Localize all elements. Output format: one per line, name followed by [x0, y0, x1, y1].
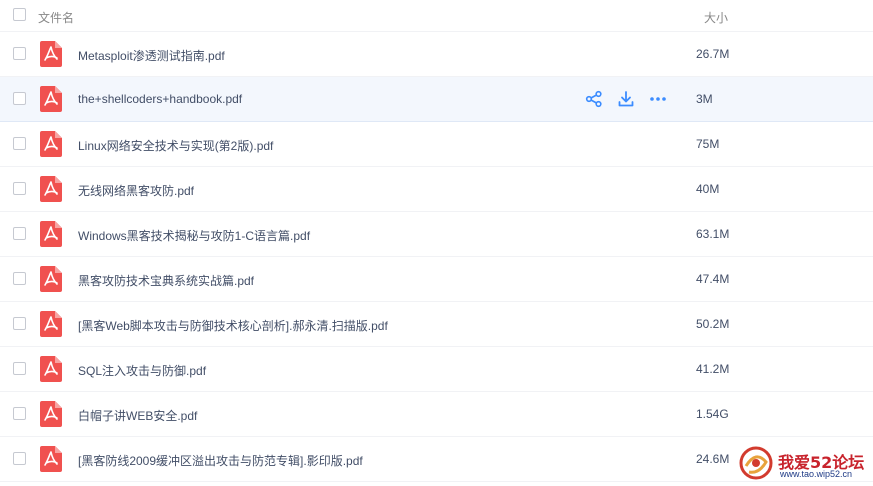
select-all-checkbox[interactable]: [13, 8, 26, 21]
row-checkbox[interactable]: [13, 362, 26, 375]
share-icon[interactable]: [585, 90, 603, 108]
file-size: 24.6M: [696, 452, 730, 466]
pdf-icon: [40, 41, 62, 67]
row-checkbox[interactable]: [13, 227, 26, 240]
file-row[interactable]: Windows黑客技术揭秘与攻防1-C语言篇.pdf 63.1M: [0, 212, 873, 257]
file-name[interactable]: SQL注入攻击与防御.pdf: [78, 362, 206, 379]
file-size: 41.2M: [696, 362, 730, 376]
row-checkbox[interactable]: [13, 407, 26, 420]
file-size: 1.54G: [696, 407, 729, 421]
file-size: 50.2M: [696, 317, 730, 331]
pdf-icon: [40, 176, 62, 202]
file-row[interactable]: 无线网络黑客攻防.pdf 40M: [0, 167, 873, 212]
pdf-icon: [40, 131, 62, 157]
column-header-name[interactable]: 文件名: [38, 9, 74, 26]
file-row[interactable]: 黑客攻防技术宝典系统实战篇.pdf 47.4M: [0, 257, 873, 302]
watermark-logo-icon: [737, 444, 775, 482]
file-row[interactable]: 白帽子讲WEB安全.pdf 1.54G: [0, 392, 873, 437]
file-size: 3M: [696, 92, 713, 106]
row-checkbox[interactable]: [13, 317, 26, 330]
file-name[interactable]: 黑客攻防技术宝典系统实战篇.pdf: [78, 272, 254, 289]
file-name[interactable]: 无线网络黑客攻防.pdf: [78, 182, 194, 199]
row-checkbox[interactable]: [13, 92, 26, 105]
pdf-icon: [40, 311, 62, 337]
file-name[interactable]: [黑客防线2009缓冲区溢出攻击与防范专辑].影印版.pdf: [78, 452, 363, 469]
file-name[interactable]: Metasploit渗透测试指南.pdf: [78, 47, 225, 64]
row-checkbox[interactable]: [13, 182, 26, 195]
row-checkbox[interactable]: [13, 137, 26, 150]
file-row[interactable]: the+shellcoders+handbook.pdf 3M: [0, 77, 873, 122]
file-size: 26.7M: [696, 47, 730, 61]
file-name[interactable]: Windows黑客技术揭秘与攻防1-C语言篇.pdf: [78, 227, 310, 244]
row-checkbox[interactable]: [13, 47, 26, 60]
more-icon[interactable]: [649, 90, 667, 108]
file-name[interactable]: the+shellcoders+handbook.pdf: [78, 92, 242, 106]
file-row[interactable]: Metasploit渗透测试指南.pdf 26.7M: [0, 32, 873, 77]
pdf-icon: [40, 86, 62, 112]
file-size: 75M: [696, 137, 720, 151]
file-size: 47.4M: [696, 272, 730, 286]
pdf-icon: [40, 356, 62, 382]
row-checkbox[interactable]: [13, 272, 26, 285]
download-icon[interactable]: [617, 90, 635, 108]
file-row[interactable]: [黑客Web脚本攻击与防御技术核心剖析].郝永清.扫描版.pdf 50.2M: [0, 302, 873, 347]
pdf-icon: [40, 446, 62, 472]
row-checkbox[interactable]: [13, 452, 26, 465]
file-row[interactable]: Linux网络安全技术与实现(第2版).pdf 75M: [0, 122, 873, 167]
file-size: 40M: [696, 182, 720, 196]
file-list-header: 文件名 大小: [0, 0, 873, 32]
pdf-icon: [40, 266, 62, 292]
watermark-url: www.tao.wip52.cn: [780, 469, 853, 479]
file-name[interactable]: Linux网络安全技术与实现(第2版).pdf: [78, 137, 273, 154]
file-row[interactable]: SQL注入攻击与防御.pdf 41.2M: [0, 347, 873, 392]
pdf-icon: [40, 401, 62, 427]
file-size: 63.1M: [696, 227, 730, 241]
pdf-icon: [40, 221, 62, 247]
file-name[interactable]: 白帽子讲WEB安全.pdf: [78, 407, 197, 424]
file-name[interactable]: [黑客Web脚本攻击与防御技术核心剖析].郝永清.扫描版.pdf: [78, 317, 388, 334]
column-header-size[interactable]: 大小: [704, 9, 728, 26]
